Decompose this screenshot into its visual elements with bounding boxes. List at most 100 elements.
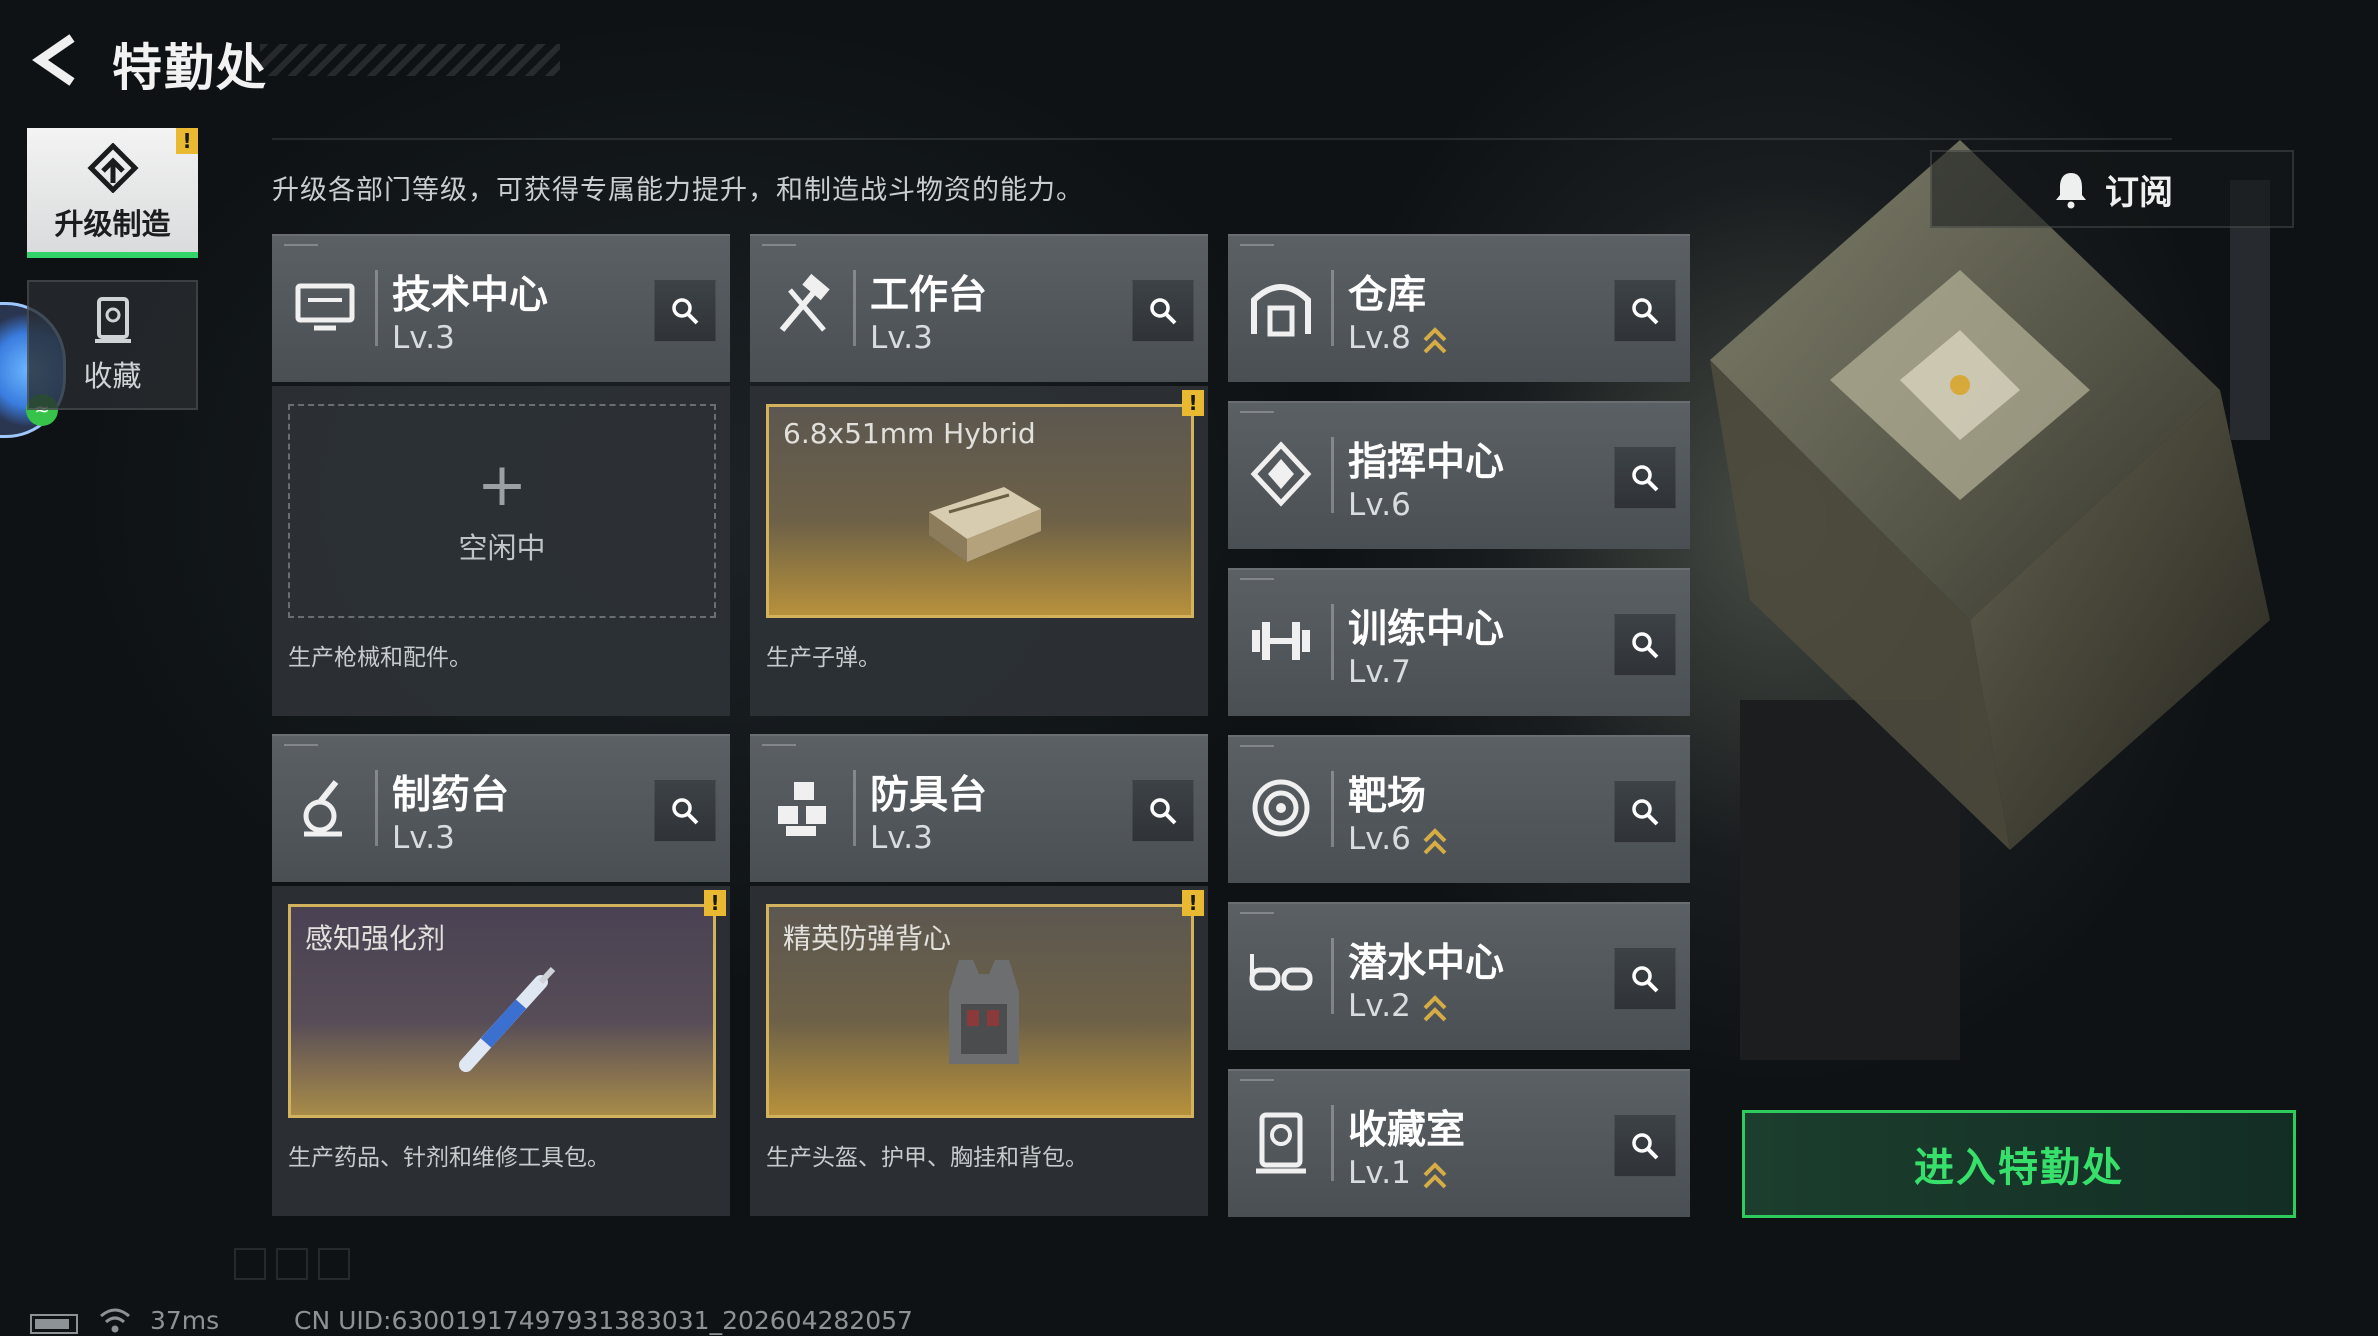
vest-icon	[949, 960, 1019, 1064]
search-button[interactable]	[1614, 447, 1676, 509]
item-name: 精英防弹背心	[783, 922, 952, 955]
title-decoration	[260, 44, 560, 76]
upgrade-available-icon	[1423, 828, 1447, 855]
production-panel-armor: 精英防弹背心 ! 生产头盔、护甲、胸挂和背包。	[750, 886, 1208, 1216]
search-icon	[1632, 465, 1659, 492]
enter-special-ops-button[interactable]: 进入特勤处	[1742, 1110, 2296, 1218]
production-note: 生产子弹。	[766, 645, 881, 671]
microscope-icon	[303, 780, 342, 837]
search-icon	[672, 798, 699, 825]
dept-name: 训练中心	[1348, 607, 1505, 652]
production-item-slot[interactable]: 感知强化剂	[288, 904, 716, 1118]
warning-badge: !	[704, 890, 726, 916]
goggles-icon	[1249, 954, 1313, 991]
bell-icon	[2056, 173, 2086, 209]
divider	[272, 138, 2172, 140]
dept-name: 防具台	[870, 773, 988, 818]
dept-level: Lv.1	[1348, 1155, 1411, 1191]
dept-command-center[interactable]: 指挥中心 Lv.6	[1228, 401, 1690, 549]
dept-warehouse[interactable]: 仓库 Lv.8	[1228, 234, 1690, 382]
dept-training-center[interactable]: 训练中心 Lv.7	[1228, 568, 1690, 716]
decoration	[276, 1248, 308, 1280]
dept-name: 仓库	[1348, 273, 1427, 318]
dept-name: 潜水中心	[1348, 941, 1505, 986]
dept-diving-center[interactable]: 潜水中心 Lv.2	[1228, 902, 1690, 1050]
production-note: 生产枪械和配件。	[288, 645, 472, 671]
item-name: 感知强化剂	[305, 922, 446, 955]
upgrade-icon	[86, 143, 139, 193]
dept-level: Lv.7	[1348, 654, 1411, 690]
warning-badge: !	[176, 128, 198, 154]
search-icon	[1632, 298, 1659, 325]
computer-icon	[295, 283, 355, 331]
ping-text: 37ms	[150, 1306, 220, 1335]
search-button[interactable]	[654, 280, 716, 342]
dept-level: Lv.3	[870, 820, 933, 856]
warehouse-icon	[1251, 284, 1311, 337]
decoration	[318, 1248, 350, 1280]
collection-icon	[94, 297, 131, 343]
upgrade-available-icon	[1423, 1162, 1447, 1189]
battery-icon	[30, 1314, 78, 1334]
search-button[interactable]	[1132, 780, 1194, 842]
hammer-icon	[779, 273, 830, 332]
subscribe-button[interactable]: 订阅	[1930, 150, 2294, 228]
dept-pharmacy[interactable]: 制药台 Lv.3	[272, 734, 730, 882]
upgrade-available-icon	[1423, 327, 1447, 354]
target-icon	[1252, 779, 1310, 837]
subscribe-label: 订阅	[2105, 172, 2173, 213]
production-item-slot[interactable]: 精英防弹背心	[766, 904, 1194, 1118]
search-button[interactable]	[1614, 614, 1676, 676]
production-panel-tech: + 空闲中 生产枪械和配件。	[272, 386, 730, 716]
syringe-icon	[459, 966, 556, 1072]
production-panel-pharmacy: 感知强化剂 ! 生产药品、针剂和维修工具包。	[272, 886, 730, 1216]
command-icon	[1250, 441, 1312, 507]
dept-name: 靶场	[1348, 774, 1427, 819]
sidebar-tab-label: 收藏	[83, 359, 142, 393]
production-panel-workbench: 6.8x51mm Hybrid ! 生产子弹。	[750, 386, 1208, 716]
search-button[interactable]	[1614, 1115, 1676, 1177]
search-icon	[1150, 798, 1177, 825]
sidebar-tab-label: 升级制造	[54, 207, 171, 241]
search-icon	[1632, 966, 1659, 993]
sidebar-tab-collection[interactable]: 收藏	[27, 280, 198, 410]
search-icon	[1150, 298, 1177, 325]
dept-level: Lv.3	[870, 320, 933, 356]
dept-level: Lv.6	[1348, 487, 1411, 523]
dept-workbench[interactable]: 工作台 Lv.3	[750, 234, 1208, 382]
dept-level: Lv.3	[392, 820, 455, 856]
item-name: 6.8x51mm Hybrid	[783, 417, 1036, 450]
page-description: 升级各部门等级，可获得专属能力提升，和制造战斗物资的能力。	[272, 175, 1084, 206]
enter-button-label: 进入特勤处	[1914, 1145, 2124, 1191]
dept-armor[interactable]: 防具台 Lv.3	[750, 734, 1208, 882]
dept-shooting-range[interactable]: 靶场 Lv.6	[1228, 735, 1690, 883]
dept-level: Lv.8	[1348, 320, 1411, 356]
search-icon	[1632, 632, 1659, 659]
page-title: 特勤处	[112, 39, 268, 97]
search-button[interactable]	[1614, 948, 1676, 1010]
dept-name: 制药台	[392, 773, 510, 818]
production-note: 生产药品、针剂和维修工具包。	[288, 1145, 610, 1171]
sidebar-tab-upgrade[interactable]: 升级制造 !	[27, 128, 198, 258]
dept-name: 工作台	[870, 273, 988, 318]
ammo-box-icon	[929, 487, 1041, 562]
search-button[interactable]	[654, 780, 716, 842]
uid-text: CN UID:63001917497931383031_202604282057	[294, 1306, 913, 1335]
wifi-icon	[100, 1308, 130, 1333]
dept-level: Lv.3	[392, 320, 455, 356]
search-button[interactable]	[1132, 280, 1194, 342]
dept-name: 指挥中心	[1348, 440, 1505, 485]
upgrade-available-icon	[1423, 995, 1447, 1022]
warning-badge: !	[1182, 890, 1204, 916]
back-arrow-icon[interactable]	[28, 30, 88, 90]
search-button[interactable]	[1614, 781, 1676, 843]
production-item-slot[interactable]: 6.8x51mm Hybrid	[766, 404, 1194, 618]
dept-level: Lv.6	[1348, 821, 1411, 857]
production-note: 生产头盔、护甲、胸挂和背包。	[766, 1145, 1088, 1171]
idle-slot[interactable]: + 空闲中	[288, 404, 716, 618]
dept-tech-center[interactable]: 技术中心 Lv.3	[272, 234, 730, 382]
dept-collection-room[interactable]: 收藏室 Lv.1	[1228, 1069, 1690, 1217]
search-icon	[672, 298, 699, 325]
plus-icon: +	[476, 450, 528, 520]
search-button[interactable]	[1614, 280, 1676, 342]
